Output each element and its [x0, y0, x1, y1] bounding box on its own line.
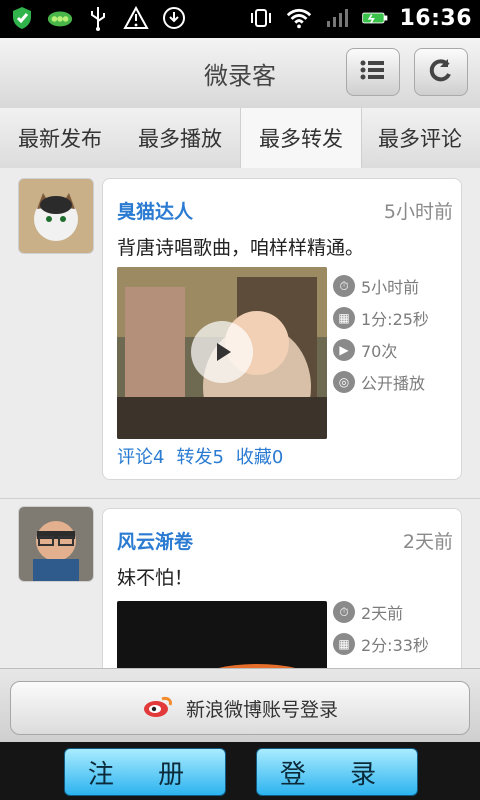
meta-time: 2天前	[361, 604, 404, 623]
clock-icon: ⏱	[333, 275, 355, 297]
meta-duration: 1分:25秒	[361, 310, 429, 329]
globe-icon: ◎	[333, 371, 355, 393]
post-username[interactable]: 臭猫达人	[117, 197, 193, 224]
tab-latest[interactable]: 最新发布	[0, 108, 120, 168]
meta-time-row: ⏱ 2天前	[333, 601, 429, 623]
refresh-icon	[426, 55, 456, 89]
reposts-link[interactable]: 转发5	[176, 443, 223, 469]
download-icon	[160, 4, 188, 32]
peas-app-icon	[46, 4, 74, 32]
favorites-link[interactable]: 收藏0	[236, 443, 283, 469]
post-text: 妹不怕！	[117, 567, 194, 589]
register-button[interactable]: 注 册	[64, 748, 226, 796]
tab-most-played[interactable]: 最多播放	[120, 108, 240, 168]
meta-time: 5小时前	[361, 278, 420, 297]
warning-icon	[122, 4, 150, 32]
meta-duration: 2分:33秒	[361, 636, 429, 655]
meta-time-row: ⏱ 5小时前	[333, 275, 429, 297]
security-shield-icon	[8, 4, 36, 32]
status-time: 16:36	[399, 5, 472, 31]
play-icon[interactable]	[191, 321, 253, 383]
video-meta: ⏱ 2天前 ▦ 2分:33秒	[333, 601, 429, 655]
post-text: 背唐诗唱歌曲，咱样样精通。	[117, 237, 365, 259]
vibrate-icon	[247, 4, 275, 32]
usb-icon	[84, 4, 112, 32]
meta-visibility-row: ◎ 公开播放	[333, 371, 429, 393]
meta-duration-row: ▦ 1分:25秒	[333, 307, 429, 329]
weibo-login-label: 新浪微博账号登录	[185, 698, 338, 721]
tab-most-commented[interactable]: 最多评论	[360, 108, 480, 168]
login-button[interactable]: 登 录	[256, 748, 418, 796]
comments-link[interactable]: 评论4	[117, 443, 164, 469]
meta-duration-row: ▦ 2分:33秒	[333, 633, 429, 655]
weibo-login-bar: 新浪微博账号登录	[0, 668, 480, 743]
post-time: 5小时前	[383, 201, 453, 223]
status-right-icons: 16:36	[247, 4, 472, 32]
clapperboard-icon: ▦	[333, 633, 355, 655]
meta-plays-row: ▶ 70次	[333, 339, 429, 361]
post-divider	[0, 498, 480, 499]
post-time: 2天前	[402, 531, 453, 553]
video-feed[interactable]: 臭猫达人 5小时前 背唐诗唱歌曲，咱样样精通。 ⏱ 5小时前 ▦ 1分:25秒 …	[0, 168, 480, 668]
video-meta: ⏱ 5小时前 ▦ 1分:25秒 ▶ 70次 ◎ 公开播放	[333, 275, 429, 393]
signal-icon	[323, 4, 351, 32]
post-card[interactable]: 臭猫达人 5小时前 背唐诗唱歌曲，咱样样精通。 ⏱ 5小时前 ▦ 1分:25秒 …	[102, 178, 462, 480]
list-icon	[358, 57, 388, 87]
app-title: 微录客	[204, 62, 276, 90]
bottom-bar: 注 册 登 录	[0, 742, 480, 800]
status-bar: 16:36	[0, 0, 480, 38]
status-left-icons	[8, 4, 188, 32]
tab-most-reposted[interactable]: 最多转发	[240, 108, 362, 168]
clapperboard-icon: ▦	[333, 307, 355, 329]
wifi-icon	[285, 4, 313, 32]
post-username[interactable]: 风云渐卷	[117, 527, 193, 554]
weibo-login-button[interactable]: 新浪微博账号登录	[10, 681, 470, 735]
post-actions: 评论4 转发5 收藏0	[117, 443, 283, 469]
video-thumbnail[interactable]	[117, 601, 327, 668]
meta-visibility: 公开播放	[361, 374, 426, 393]
post-card[interactable]: 风云渐卷 2天前 妹不怕！ ⏱ 2天前 ▦ 2分:33秒	[102, 508, 462, 668]
video-thumbnail[interactable]	[117, 267, 327, 439]
play-count-icon: ▶	[333, 339, 355, 361]
clock-icon: ⏱	[333, 601, 355, 623]
refresh-button[interactable]	[414, 48, 468, 96]
avatar[interactable]	[18, 506, 94, 582]
meta-plays: 70次	[361, 342, 398, 361]
category-tabs: 最新发布 最多播放 最多转发 最多评论	[0, 108, 480, 169]
weibo-icon	[142, 693, 176, 724]
battery-icon	[361, 4, 389, 32]
menu-list-button[interactable]	[346, 48, 400, 96]
avatar[interactable]	[18, 178, 94, 254]
title-bar: 微录客	[0, 38, 480, 109]
